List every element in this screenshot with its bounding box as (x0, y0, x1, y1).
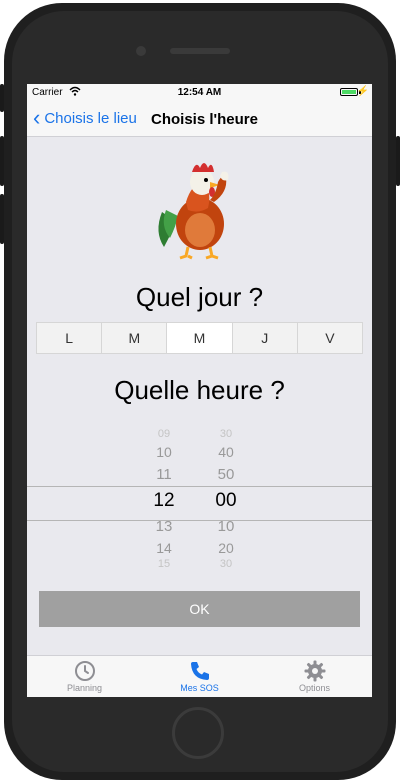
tab-mes-sos-label: Mes SOS (180, 683, 219, 693)
day-segment-thursday[interactable]: J (233, 323, 298, 353)
minute-option: 30 (219, 558, 233, 570)
chevron-left-icon: ‹ (33, 105, 41, 130)
ok-button[interactable]: OK (39, 591, 360, 627)
hour-option: 09 (157, 428, 171, 440)
hour-option: 13 (155, 518, 173, 535)
hour-option: 11 (156, 466, 172, 483)
back-button-label: Choisis le lieu (44, 109, 137, 127)
time-picker[interactable]: 09 10 11 12 13 14 15 30 40 50 00 10 20 3… (27, 422, 372, 572)
status-bar: Carrier 12:54 AM ⚡ (27, 84, 372, 102)
hour-option: 10 (156, 444, 172, 460)
battery-icon (340, 88, 358, 96)
picker-selection-bottom-line (27, 520, 372, 521)
day-question-heading: Quel jour ? (135, 282, 264, 312)
phone-icon (190, 662, 209, 680)
day-segmented-control: L M M J V (36, 322, 363, 354)
mute-switch (0, 84, 4, 112)
volume-up-button (0, 136, 4, 186)
minute-option: 10 (217, 518, 235, 535)
earpiece-speaker (170, 48, 230, 54)
tab-planning-label: Planning (66, 683, 103, 693)
minute-option: 20 (218, 540, 234, 556)
navigation-bar: ‹ Choisis le lieu Choisis l'heure (27, 102, 372, 137)
gear-icon (304, 660, 325, 682)
day-segment-friday[interactable]: V (298, 323, 362, 353)
rooster-mascot-image (158, 163, 229, 260)
hour-option: 15 (157, 558, 171, 570)
tab-planning[interactable]: Planning (27, 656, 142, 697)
minute-option: 40 (218, 444, 234, 460)
tab-options[interactable]: Options (257, 656, 372, 697)
page-title: Choisis l'heure (151, 111, 258, 128)
day-segment-wednesday[interactable]: M (167, 323, 233, 353)
day-segment-monday[interactable]: L (37, 323, 103, 353)
tab-bar: Planning Mes SOS Options (27, 655, 372, 697)
home-button[interactable] (172, 707, 224, 759)
time-question-heading: Quelle heure ? (114, 375, 285, 405)
minute-option: 30 (219, 428, 233, 440)
charging-icon: ⚡ (356, 86, 369, 97)
hour-option-selected: 12 (153, 490, 175, 511)
clock-icon (74, 661, 95, 681)
minute-option-selected: 00 (215, 490, 237, 511)
hour-option: 14 (156, 540, 172, 556)
picker-selection-top-line (27, 486, 372, 487)
minute-option: 50 (217, 466, 235, 483)
status-time: 12:54 AM (177, 87, 222, 98)
day-segment-tuesday[interactable]: M (102, 323, 168, 353)
tab-mes-sos[interactable]: Mes SOS (142, 656, 257, 697)
power-button (396, 136, 400, 186)
tab-options-label: Options (298, 683, 331, 693)
volume-down-button (0, 194, 4, 244)
back-button[interactable]: ‹ Choisis le lieu (33, 105, 137, 130)
front-camera (136, 46, 146, 56)
app-screen: Carrier 12:54 AM ⚡ ‹ Choisis le lieu Cho… (27, 84, 372, 697)
